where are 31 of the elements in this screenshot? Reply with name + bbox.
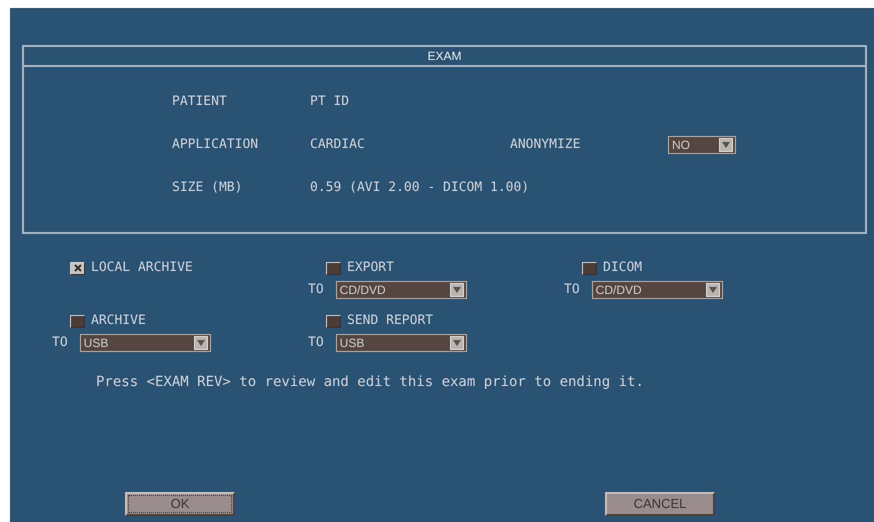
field-label: APPLICATION: [172, 136, 260, 154]
panel-title: EXAM: [24, 47, 865, 67]
field-label: ANONYMIZE: [510, 136, 582, 154]
option-label: ARCHIVE: [91, 312, 146, 330]
dialog-button[interactable]: OK: [125, 492, 235, 516]
checkbox[interactable]: [70, 262, 85, 274]
field-value: CARDIAC: [310, 136, 366, 154]
option-label: EXPORT: [347, 259, 394, 278]
checkbox[interactable]: [70, 314, 85, 328]
to-label: TO: [564, 281, 580, 300]
field-label: SIZE (MB): [172, 179, 244, 198]
option-label: DICOM: [603, 259, 642, 278]
checkbox[interactable]: [582, 262, 597, 274]
field-label: PATIENT: [172, 93, 228, 112]
to-label: TO: [52, 334, 68, 352]
checkbox[interactable]: [326, 314, 341, 328]
option-label: SEND REPORT: [347, 312, 434, 330]
dropdown[interactable]: USB: [336, 334, 467, 352]
to-label: TO: [308, 281, 324, 300]
checkbox[interactable]: [326, 262, 341, 274]
option-label: LOCAL ARCHIVE: [91, 259, 193, 278]
dropdown[interactable]: USB: [80, 334, 211, 352]
field-value: 0.59 (AVI 2.00 - DICOM 1.00): [310, 179, 530, 198]
dropdown[interactable]: CD/DVD: [336, 281, 467, 299]
dialog-button[interactable]: CANCEL: [605, 492, 715, 516]
to-label: TO: [308, 334, 324, 352]
field-value: PT ID: [310, 93, 350, 112]
x-mark-icon: [74, 264, 82, 272]
dropdown[interactable]: CD/DVD: [592, 281, 723, 299]
dropdown[interactable]: NO: [668, 136, 736, 154]
instruction-text: Press <EXAM REV> to review and edit this exam prior to ending it.: [95, 373, 645, 392]
